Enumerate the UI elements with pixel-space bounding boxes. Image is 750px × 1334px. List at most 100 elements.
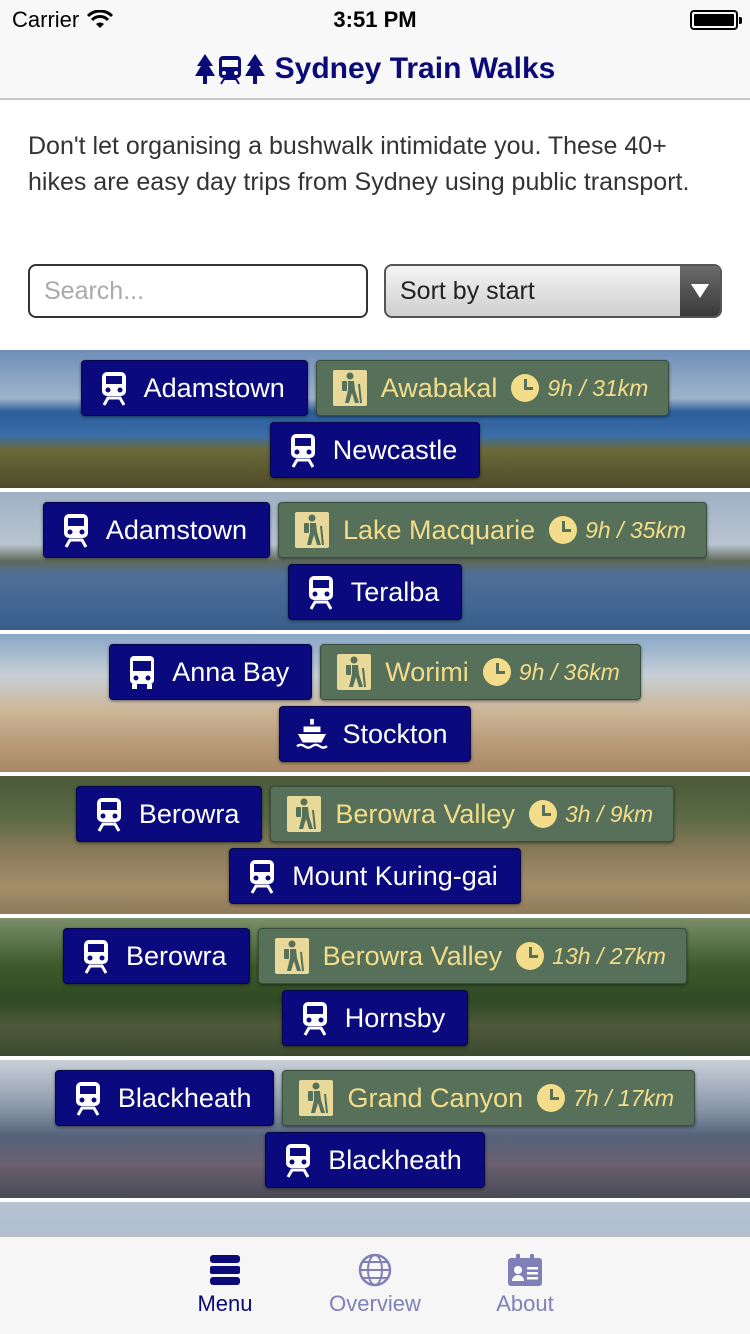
- end-station-label: Stockton: [342, 718, 448, 749]
- clock-icon: [537, 1084, 566, 1112]
- walk-card-top-row: Anna Bay Worimi 9h / 36km: [0, 644, 750, 700]
- train-icon: [98, 370, 130, 406]
- nav-bar: Sydney Train Walks: [0, 40, 750, 100]
- end-station-chip[interactable]: Teralba: [287, 564, 463, 620]
- app-logo-icon: [194, 52, 265, 86]
- tab-menu-label: Menu: [197, 1291, 253, 1316]
- contact-card-icon: [508, 1254, 542, 1286]
- walk-duration: 7h / 17km: [537, 1084, 674, 1112]
- tab-menu[interactable]: Menu: [170, 1237, 280, 1334]
- search-input[interactable]: [28, 264, 368, 318]
- walk-card-bottom-row: Stockton: [0, 706, 750, 762]
- start-station-chip[interactable]: Adamstown: [80, 360, 308, 416]
- tab-about[interactable]: About: [470, 1237, 580, 1334]
- end-station-label: Newcastle: [332, 434, 458, 465]
- ferry-icon: [296, 716, 329, 752]
- walk-name-chip[interactable]: Grand Canyon 7h / 17km: [282, 1070, 696, 1126]
- clock-icon: [516, 942, 545, 970]
- walk-card[interactable]: Berowra Berowra Valley 13h / 27km Hornsb…: [0, 918, 750, 1056]
- walk-duration: 9h / 36km: [482, 658, 620, 686]
- chevron-down-icon: [680, 266, 720, 316]
- end-station-chip[interactable]: Mount Kuring-gai: [229, 848, 521, 904]
- walk-duration-label: 3h / 9km: [564, 800, 654, 827]
- walk-duration-label: 9h / 36km: [518, 658, 620, 685]
- walk-card-top-row: Blackheath Grand Canyon 7h / 17km: [0, 1070, 750, 1126]
- walk-name-label: Awabakal: [380, 372, 498, 403]
- start-station-chip[interactable]: Anna Bay: [109, 644, 313, 700]
- start-station-label: Berowra: [126, 940, 227, 971]
- end-station-chip[interactable]: Stockton: [279, 706, 471, 762]
- train-icon: [287, 432, 319, 468]
- end-station-chip[interactable]: Hornsby: [281, 990, 469, 1046]
- globe-icon: [358, 1253, 392, 1287]
- intro-text: Don't let organising a bushwalk intimida…: [28, 132, 690, 196]
- start-station-chip[interactable]: Berowra: [63, 928, 250, 984]
- start-station-chip[interactable]: Blackheath: [54, 1070, 275, 1126]
- walk-card-background: [0, 1202, 750, 1236]
- walk-name-chip[interactable]: Berowra Valley 3h / 9km: [270, 786, 675, 842]
- walk-card-top-row: Adamstown Awabakal 9h / 31km: [0, 360, 750, 416]
- walk-duration-label: 9h / 35km: [585, 516, 687, 543]
- train-icon: [282, 1142, 314, 1178]
- end-station-chip[interactable]: Blackheath: [265, 1132, 485, 1188]
- hiker-icon: [294, 512, 329, 548]
- battery-icon: [690, 10, 742, 30]
- start-station-chip[interactable]: Adamstown: [42, 502, 270, 558]
- walk-name-chip[interactable]: Berowra Valley 13h / 27km: [257, 928, 687, 984]
- walk-duration-label: 7h / 17km: [573, 1084, 675, 1111]
- walk-name-chip[interactable]: Lake Macquarie 9h / 35km: [277, 502, 708, 558]
- hiker-icon: [337, 654, 372, 690]
- walk-name-chip[interactable]: Worimi 9h / 36km: [320, 644, 641, 700]
- app-title: Sydney Train Walks: [274, 52, 556, 85]
- walk-card[interactable]: Blackheath Grand Canyon 7h / 17km Blackh…: [0, 1060, 750, 1198]
- walk-name-label: Worimi: [385, 656, 469, 687]
- walk-name-label: Grand Canyon: [347, 1082, 524, 1113]
- walk-list: Adamstown Awabakal 9h / 31km Newcastle A…: [0, 350, 750, 1236]
- filter-controls: Sort by start: [28, 264, 722, 318]
- walk-name-label: Berowra Valley: [322, 940, 503, 971]
- walk-name-chip[interactable]: Awabakal 9h / 31km: [315, 360, 670, 416]
- walk-card-bottom-row: Blackheath: [0, 1132, 750, 1188]
- clock-icon: [528, 800, 557, 828]
- walk-card-bottom-row: Teralba: [0, 564, 750, 620]
- carrier-group: Carrier: [12, 7, 114, 33]
- clock-icon: [549, 516, 578, 544]
- walk-duration-label: 9h / 31km: [547, 374, 649, 401]
- walk-card[interactable]: [0, 1202, 750, 1236]
- walk-duration: 3h / 9km: [528, 800, 654, 828]
- end-station-label: Mount Kuring-gai: [292, 860, 498, 891]
- walk-duration: 9h / 35km: [549, 516, 686, 544]
- sort-select-value: Sort by start: [400, 276, 535, 305]
- walk-card[interactable]: Adamstown Lake Macquarie 9h / 35km Teral…: [0, 492, 750, 630]
- sort-select[interactable]: Sort by start: [384, 264, 722, 318]
- tab-overview[interactable]: Overview: [320, 1237, 430, 1334]
- start-station-label: Adamstown: [143, 372, 285, 403]
- walk-card[interactable]: Berowra Berowra Valley 3h / 9km Mount Ku…: [0, 776, 750, 914]
- walk-card[interactable]: Adamstown Awabakal 9h / 31km Newcastle: [0, 350, 750, 488]
- clock-icon: [482, 658, 511, 686]
- walk-card-top-row: Berowra Berowra Valley 3h / 9km: [0, 786, 750, 842]
- train-icon: [299, 1000, 331, 1036]
- clock-icon: [511, 374, 540, 402]
- start-station-label: Anna Bay: [172, 656, 290, 687]
- walk-duration: 13h / 27km: [516, 942, 666, 970]
- end-station-label: Blackheath: [328, 1144, 462, 1175]
- train-icon: [246, 858, 278, 894]
- bus-icon: [126, 654, 158, 690]
- walk-card-top-row: Berowra Berowra Valley 13h / 27km: [0, 928, 750, 984]
- end-station-label: Hornsby: [344, 1002, 446, 1033]
- train-icon: [305, 574, 337, 610]
- end-station-chip[interactable]: Newcastle: [269, 422, 481, 478]
- walk-card-top-row: Adamstown Lake Macquarie 9h / 35km: [0, 502, 750, 558]
- menu-icon: [210, 1255, 240, 1285]
- walk-card-bottom-row: Mount Kuring-gai: [0, 848, 750, 904]
- tab-overview-label: Overview: [329, 1291, 421, 1316]
- hiker-icon: [274, 938, 309, 974]
- end-station-label: Teralba: [350, 576, 440, 607]
- start-station-label: Blackheath: [117, 1082, 252, 1113]
- walk-card[interactable]: Anna Bay Worimi 9h / 36km Stockton: [0, 634, 750, 772]
- hiker-icon: [299, 1080, 334, 1116]
- train-icon: [60, 512, 92, 548]
- train-icon: [80, 938, 112, 974]
- start-station-chip[interactable]: Berowra: [75, 786, 263, 842]
